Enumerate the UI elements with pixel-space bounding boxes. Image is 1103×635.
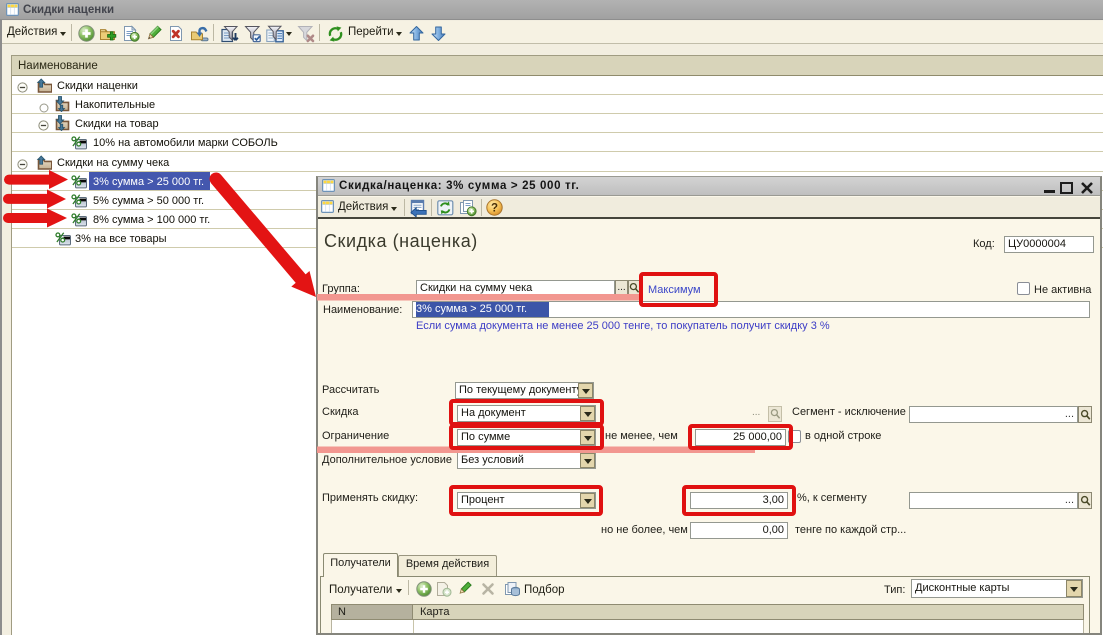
svg-text:?: ? — [491, 203, 498, 215]
